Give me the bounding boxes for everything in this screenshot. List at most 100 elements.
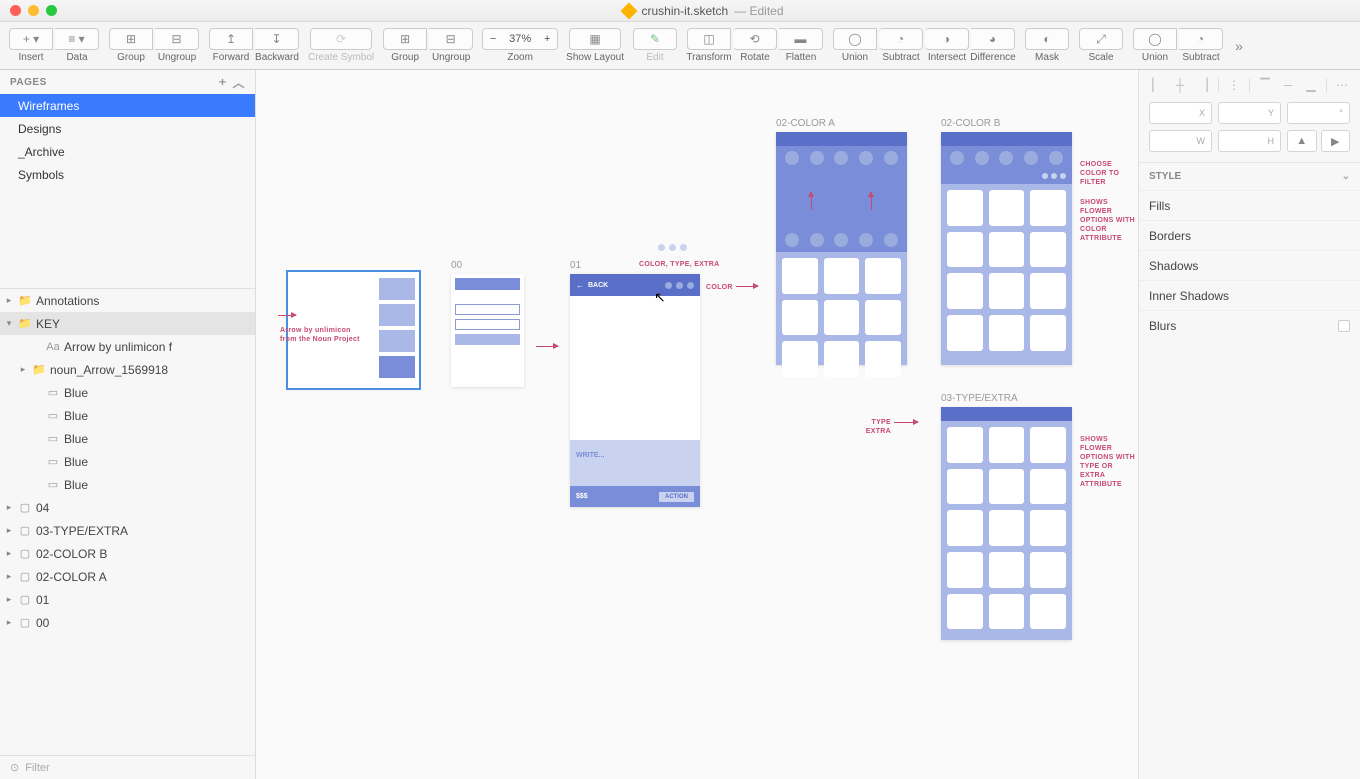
scale-button[interactable]: ⤢Scale <box>1078 24 1124 68</box>
arrow-up-icon <box>871 192 872 210</box>
ungroup-button[interactable]: ⊟Ungroup <box>154 24 200 68</box>
union-button-2[interactable]: ◯Union <box>1132 24 1178 68</box>
cursor-pointer-icon: ↖ <box>654 289 666 306</box>
group-button-2[interactable]: ⊞Group <box>382 24 428 68</box>
artboard-02a-label: 02-COLOR A <box>776 118 907 129</box>
arrow-icon <box>894 422 918 423</box>
layer-list: ▸📁Annotations ▾📁KEY AaArrow by unlimicon… <box>0 288 255 755</box>
insert-button[interactable]: + ▾Insert <box>8 24 54 68</box>
zoom-in-button[interactable]: + <box>537 33 557 45</box>
rotate-button[interactable]: ⟲Rotate <box>732 24 778 68</box>
flip-h-button[interactable]: ▲ <box>1287 130 1317 152</box>
align-top-button[interactable]: ▔ <box>1257 77 1273 93</box>
align-bottom-button[interactable]: ▁ <box>1303 77 1319 93</box>
align-right-button[interactable]: ▕ <box>1195 77 1211 93</box>
layer-filter[interactable]: ⊙ Filter <box>0 755 255 779</box>
align-left-button[interactable]: ▏ <box>1149 77 1165 93</box>
edit-button[interactable]: ✎Edit <box>632 24 678 68</box>
flatten-button[interactable]: ▬Flatten <box>778 24 824 68</box>
align-center-h-button[interactable]: ┼ <box>1172 77 1188 93</box>
subtract-button-2[interactable]: ◔Subtract <box>1178 24 1224 68</box>
rotation-input[interactable]: ° <box>1287 102 1350 124</box>
back-button[interactable]: BACK <box>588 282 608 289</box>
mask-button[interactable]: ◐Mask <box>1024 24 1070 68</box>
intersect-button[interactable]: ◑Intersect <box>924 24 970 68</box>
close-window-button[interactable] <box>10 5 21 16</box>
h-input[interactable]: H <box>1218 130 1281 152</box>
annotation-flower-type: SHOWS FLOWER OPTIONS WITH TYPE OR EXTRA … <box>1080 435 1138 490</box>
forward-button[interactable]: ↥Forward <box>208 24 254 68</box>
difference-button[interactable]: ◕Difference <box>970 24 1016 68</box>
distribute-h-button[interactable]: ⋮ <box>1226 77 1242 93</box>
annotation-key: Arrow by unlimicon from the Noun Project <box>280 326 360 344</box>
back-arrow-icon: ← <box>576 281 584 290</box>
window-titlebar: crushin-it.sketch — Edited <box>0 0 1360 22</box>
group-button[interactable]: ⊞Group <box>108 24 154 68</box>
toolbar-overflow-icon[interactable]: » <box>1232 38 1246 54</box>
layer-blue-4[interactable]: ▭Blue <box>0 450 255 473</box>
action-button[interactable]: ACTION <box>659 492 694 502</box>
layer-artboard-02b[interactable]: ▸▢02-COLOR B <box>0 542 255 565</box>
layer-annotations[interactable]: ▸📁Annotations <box>0 289 255 312</box>
artboard-01[interactable]: ← BACK WRITE... $$$ ACTION <box>570 274 700 507</box>
layer-blue-2[interactable]: ▭Blue <box>0 404 255 427</box>
ungroup-button-2[interactable]: ⊟Ungroup <box>428 24 474 68</box>
layer-artboard-00[interactable]: ▸▢00 <box>0 611 255 634</box>
page-archive[interactable]: _Archive <box>0 140 255 163</box>
layer-blue-1[interactable]: ▭Blue <box>0 381 255 404</box>
y-input[interactable]: Y <box>1218 102 1281 124</box>
artboard-02a[interactable] <box>776 132 907 365</box>
show-layout-button[interactable]: ▦Show Layout <box>566 24 624 68</box>
zoom-out-button[interactable]: − <box>483 33 503 45</box>
sketch-file-icon <box>621 2 638 19</box>
data-button[interactable]: ≡ ▾Data <box>54 24 100 68</box>
subtract-button[interactable]: ◔Subtract <box>878 24 924 68</box>
artboard-01-label: 01 <box>570 260 700 271</box>
artboard-00[interactable] <box>451 274 524 387</box>
distribute-v-button[interactable]: ⋯ <box>1334 77 1350 93</box>
page-designs[interactable]: Designs <box>0 117 255 140</box>
blurs-checkbox[interactable] <box>1338 320 1350 332</box>
backward-button[interactable]: ↧Backward <box>254 24 300 68</box>
annotation-filter: CHOOSE COLOR TO FILTER <box>1080 160 1138 187</box>
page-dots-icon <box>658 244 687 251</box>
layer-key[interactable]: ▾📁KEY <box>0 312 255 335</box>
transform-button[interactable]: ◫Transform <box>686 24 732 68</box>
borders-row[interactable]: Borders <box>1139 220 1360 250</box>
arrow-up-icon <box>811 192 812 210</box>
canvas[interactable]: Arrow by unlimicon from the Noun Project… <box>256 70 1138 779</box>
w-input[interactable]: W <box>1149 130 1212 152</box>
layer-blue-5[interactable]: ▭Blue <box>0 473 255 496</box>
layer-arrow-text[interactable]: AaArrow by unlimicon f <box>0 335 255 358</box>
shadows-row[interactable]: Shadows <box>1139 250 1360 280</box>
minimize-window-button[interactable] <box>28 5 39 16</box>
filter-icon: ⊙ <box>10 761 19 774</box>
flip-v-button[interactable]: ▶ <box>1321 130 1351 152</box>
artboard-03[interactable] <box>941 407 1072 640</box>
fills-row[interactable]: Fills <box>1139 190 1360 220</box>
layer-blue-3[interactable]: ▭Blue <box>0 427 255 450</box>
inner-shadows-row[interactable]: Inner Shadows <box>1139 280 1360 310</box>
layer-noun-arrow[interactable]: ▸📁noun_Arrow_1569918 <box>0 358 255 381</box>
layer-artboard-01[interactable]: ▸▢01 <box>0 588 255 611</box>
x-input[interactable]: X <box>1149 102 1212 124</box>
page-wireframes[interactable]: Wireframes <box>0 94 255 117</box>
collapse-pages-button[interactable]: ︿ <box>232 74 245 91</box>
annotation-type: TYPE EXTRA <box>861 418 891 436</box>
arrow-icon <box>536 346 558 347</box>
left-panel: PAGES + ︿ Wireframes Designs _Archive Sy… <box>0 70 256 779</box>
union-button[interactable]: ◯Union <box>832 24 878 68</box>
layer-artboard-04[interactable]: ▸▢04 <box>0 496 255 519</box>
zoom-window-button[interactable] <box>46 5 57 16</box>
document-status: — Edited <box>734 4 783 18</box>
blurs-row[interactable]: Blurs <box>1139 310 1360 340</box>
style-section[interactable]: STYLE⌄ <box>1139 162 1360 190</box>
layer-artboard-02a[interactable]: ▸▢02-COLOR A <box>0 565 255 588</box>
add-page-button[interactable]: + <box>219 75 227 89</box>
page-symbols[interactable]: Symbols <box>0 163 255 186</box>
artboard-02b[interactable] <box>941 132 1072 365</box>
arrow-icon <box>736 286 758 287</box>
create-symbol-button[interactable]: ⟳Create Symbol <box>308 24 374 68</box>
layer-artboard-03[interactable]: ▸▢03-TYPE/EXTRA <box>0 519 255 542</box>
align-center-v-button[interactable]: ─ <box>1280 77 1296 93</box>
